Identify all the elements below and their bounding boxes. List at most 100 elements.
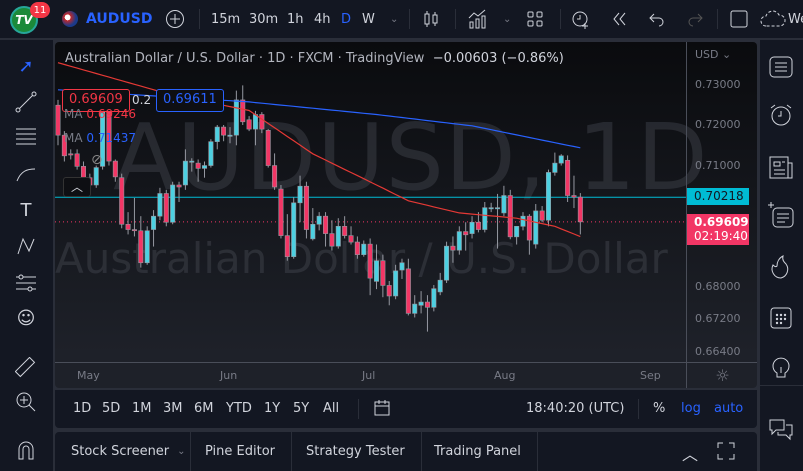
magnet-icon[interactable] [14, 438, 38, 462]
undo-icon[interactable] [648, 0, 666, 38]
candle-up [93, 167, 99, 186]
candle-up [469, 221, 475, 234]
right-sidebar [760, 40, 803, 471]
top-toolbar: TV 11 AUDUSD 15m 30m 1h 4h D W ⌄ ⌄ We [0, 0, 803, 38]
chart-panel[interactable]: AUDUSD, 1D Australian Dollar / U.S. Doll… [55, 42, 757, 388]
range-5y[interactable]: 5Y [293, 401, 309, 416]
candle-down [329, 233, 335, 247]
candle-down [565, 159, 571, 196]
range-1y[interactable]: 1Y [264, 401, 280, 416]
indicators-icon[interactable] [467, 0, 489, 38]
calendar-icon[interactable] [766, 302, 796, 332]
tab-stock-screener[interactable]: Stock Screener ⌄ [55, 432, 191, 471]
bar-countdown: 02:19:40 [694, 228, 748, 243]
range-1d[interactable]: 1D [73, 401, 91, 416]
cursor-icon[interactable]: ➚ [14, 54, 38, 78]
bottom-panel: Stock Screener ⌄ Pine Editor Strategy Tes… [55, 432, 757, 471]
fib-retracement-icon[interactable] [14, 124, 38, 148]
price-axis[interactable]: USD ⌄ 0.73000 0.72000 0.71000 0.68000 0.6720… [686, 42, 757, 388]
hotlists-flame-icon[interactable] [766, 252, 796, 282]
data-window-icon[interactable] [766, 200, 796, 230]
range-ytd[interactable]: YTD [226, 401, 252, 416]
percent-toggle[interactable]: % [653, 401, 665, 416]
candle-down [278, 188, 284, 236]
candle-up [182, 160, 188, 186]
interval-1h[interactable]: 1h [287, 0, 304, 38]
candle-up [189, 160, 195, 163]
candle-down [259, 114, 265, 130]
tab-strategy-tester[interactable]: Strategy Tester [290, 432, 422, 471]
candle-up [444, 245, 450, 281]
pattern-icon[interactable] [14, 234, 38, 258]
interval-dropdown-chevron-icon[interactable]: ⌄ [390, 0, 398, 38]
candle-up [552, 162, 558, 173]
candle-down [112, 160, 118, 178]
symbol-search[interactable]: AUDUSD [62, 0, 152, 38]
ruler-icon[interactable] [14, 356, 38, 380]
compare-add-button[interactable] [165, 0, 185, 38]
collapse-legend-chevron-icon[interactable]: ︿ [63, 177, 91, 197]
candle-down [221, 126, 227, 136]
emoji-icon[interactable]: ☺ [14, 306, 38, 330]
candle-up [501, 195, 507, 214]
candle-down [55, 104, 61, 136]
tab-trading-panel[interactable]: Trading Panel [418, 432, 538, 471]
range-5d[interactable]: 5D [102, 401, 120, 416]
candle-down [240, 99, 246, 123]
text-icon[interactable]: T [14, 198, 38, 222]
chats-icon[interactable] [766, 415, 796, 445]
prediction-icon[interactable] [14, 270, 38, 294]
range-all[interactable]: All [323, 401, 339, 416]
candle-up [545, 172, 551, 221]
replay-icon[interactable] [610, 0, 628, 38]
interval-30m[interactable]: 30m [249, 0, 278, 38]
last-price-label: 0.69609 02:19:40 [687, 213, 749, 245]
interval-d[interactable]: D [341, 0, 351, 38]
candle-up [482, 207, 488, 230]
range-3m[interactable]: 3M [163, 401, 183, 416]
candle-up [157, 193, 163, 217]
maximize-panel-icon[interactable] [717, 442, 735, 464]
candle-down [577, 196, 583, 223]
time-axis[interactable]: May Jun Jul Aug Sep [55, 362, 686, 388]
news-icon[interactable] [766, 152, 796, 182]
watchlist-icon[interactable] [766, 52, 796, 82]
clock-timezone[interactable]: 18:40:20 (UTC) [526, 401, 624, 416]
ma2-legend[interactable]: MA 0.71437 [64, 131, 136, 145]
notification-badge: 11 [30, 2, 50, 18]
go-to-date-calendar-icon[interactable] [373, 399, 391, 421]
candle-up [144, 230, 150, 264]
log-toggle[interactable]: log [681, 401, 701, 416]
chart-settings-gear-icon[interactable]: ☼ [687, 362, 757, 388]
candle-down [463, 231, 469, 236]
auto-toggle[interactable]: auto [714, 401, 743, 416]
alarm-clock-icon[interactable] [766, 100, 796, 130]
zoom-in-icon[interactable] [14, 390, 38, 414]
price-tick-label: 0.68000 [695, 280, 741, 294]
currency-selector[interactable]: USD ⌄ [695, 48, 731, 61]
brush-icon[interactable] [14, 162, 38, 186]
interval-15m[interactable]: 15m [211, 0, 240, 38]
horizontal-line-price-label: 0.70218 [687, 188, 749, 206]
cloud-save-button[interactable]: We [760, 0, 803, 38]
hide-indicators-eye-icon[interactable]: ⊘ [91, 152, 103, 168]
ideas-lightbulb-icon[interactable] [766, 352, 796, 382]
candlestick-chart[interactable] [55, 42, 686, 362]
layout-grid-icon[interactable] [526, 0, 544, 38]
interval-4h[interactable]: 4h [314, 0, 331, 38]
fullscreen-square-icon[interactable] [729, 0, 749, 38]
expand-panel-chevron-up-icon[interactable]: ︿ [682, 441, 698, 465]
candle-up [208, 141, 214, 166]
ma1-legend[interactable]: MA 0.69246 [64, 107, 136, 121]
redo-icon[interactable] [686, 0, 704, 38]
indicators-chevron-icon[interactable]: ⌄ [503, 0, 511, 38]
chevron-down-icon: ⌄ [177, 446, 186, 457]
interval-w[interactable]: W [362, 0, 375, 38]
range-1m[interactable]: 1M [132, 401, 152, 416]
tab-pine-editor[interactable]: Pine Editor [189, 432, 293, 471]
buy-button[interactable]: 0.69611 [156, 89, 224, 112]
alert-clock-icon[interactable] [570, 0, 592, 38]
range-6m[interactable]: 6M [194, 401, 214, 416]
trend-line-icon[interactable] [14, 90, 38, 114]
candles-chart-type-icon[interactable] [422, 0, 440, 38]
